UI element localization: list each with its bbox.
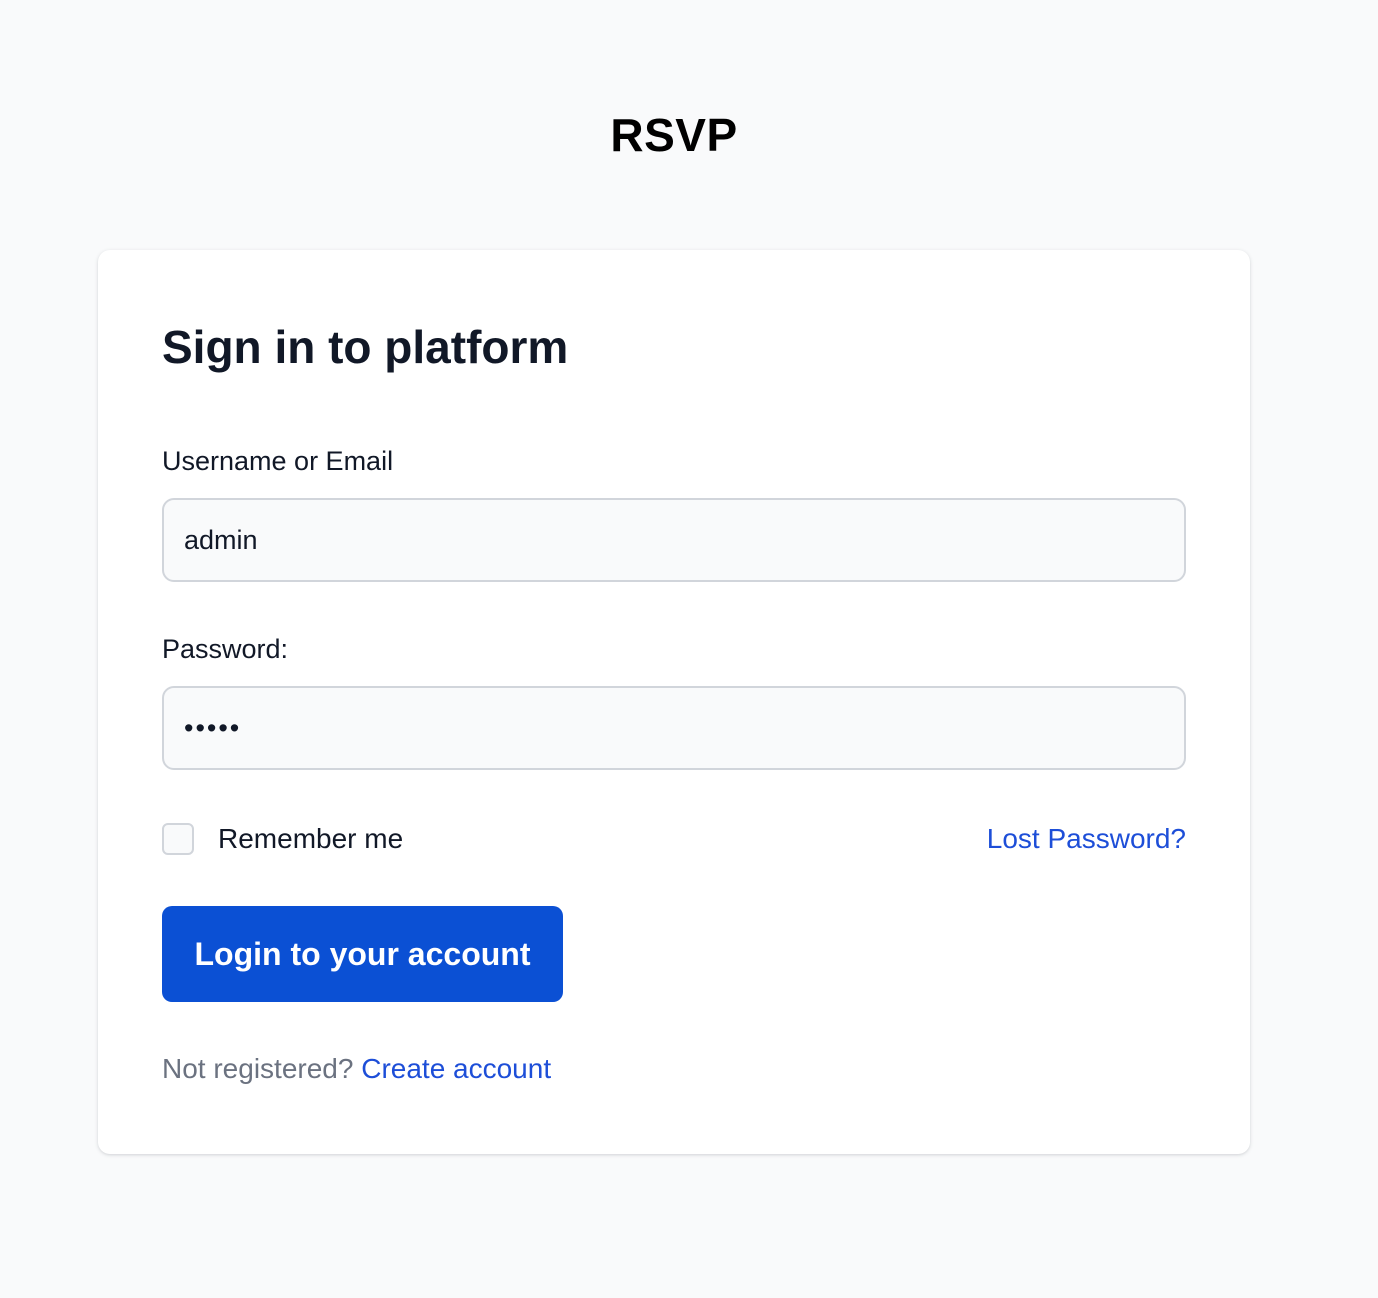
login-button[interactable]: Login to your account [162,906,563,1002]
username-label: Username or Email [162,446,394,476]
remember-row: Remember me Lost Password? [162,822,1186,856]
remember-me-checkbox[interactable] [162,823,194,855]
brand-title: RSVP [610,109,738,161]
page-title: Sign in to platform [162,321,569,373]
remember-me-label[interactable]: Remember me [218,822,403,856]
password-input[interactable] [162,686,1186,770]
username-input[interactable] [162,498,1186,582]
register-prompt: Not registered? [162,1053,362,1084]
register-row: Not registered? Create account [162,1052,551,1086]
create-account-link[interactable]: Create account [361,1053,551,1084]
login-card: Sign in to platform Username or Email Pa… [98,250,1250,1154]
lost-password-link[interactable]: Lost Password? [987,822,1186,856]
password-label: Password: [162,634,289,664]
